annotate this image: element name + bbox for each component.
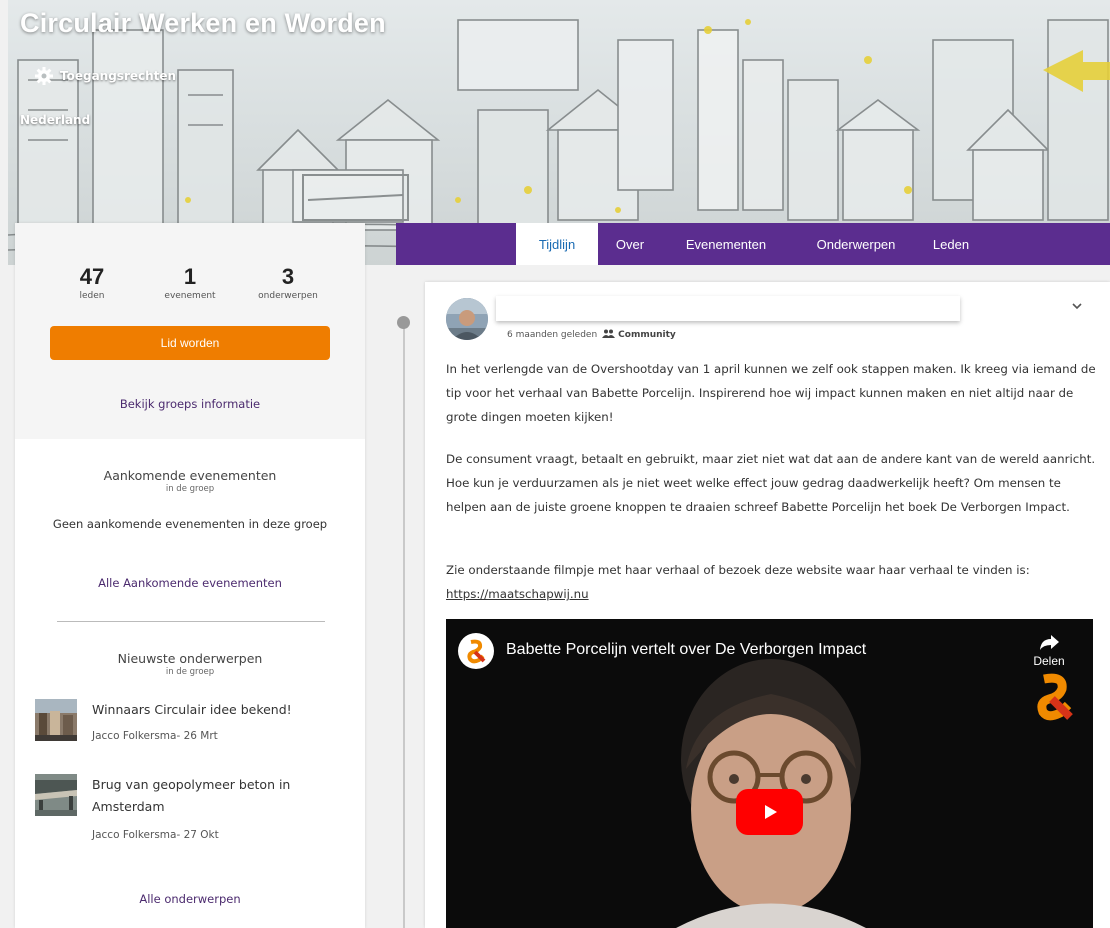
post-meta: 6 maanden geleden Community [507, 329, 676, 341]
access-rights-label: Toegangsrechten [60, 69, 177, 83]
stat-topics-value: 3 [281, 264, 295, 289]
join-group-button[interactable]: Lid worden [50, 326, 330, 360]
author-name-box [496, 296, 960, 321]
group-tab-bar: Tijdlijn Over Evenementen Onderwerpen Le… [396, 223, 1110, 265]
all-events-link[interactable]: Alle Aankomende evenementen [15, 576, 365, 590]
play-icon [764, 805, 777, 819]
post-paragraph: In het verlengde van de Overshootday van… [446, 362, 1096, 424]
stat-members[interactable]: 47 leden [47, 264, 137, 302]
share-button[interactable]: Delen [1029, 633, 1069, 668]
group-info-link[interactable]: Bekijk groeps informatie [15, 397, 365, 411]
topic-title: Brug van geopolymeer beton in Amsterdam [92, 777, 291, 814]
stat-topics-label: onderwerpen [258, 291, 318, 301]
post-paragraph: De consument vraagt, betaalt en gebruikt… [446, 452, 1096, 514]
topic-meta: Jacco Folkersma- 27 Okt [92, 829, 219, 841]
topic-thumbnail [35, 774, 77, 816]
tab-tijdlijn[interactable]: Tijdlijn [516, 223, 598, 265]
post-link[interactable]: https://maatschapwij.nu [446, 587, 589, 601]
video-player[interactable]: Babette Porcelijn vertelt over De Verbor… [446, 619, 1093, 928]
topic-title: Winnaars Circulair idee bekend! [92, 702, 292, 717]
no-events-message: Geen aankomende evenementen in deze groe… [52, 517, 328, 531]
tab-onderwerpen[interactable]: Onderwerpen [800, 223, 912, 265]
timeline-post: 6 maanden geleden Community In het verle… [425, 282, 1110, 928]
video-thumbnail [446, 619, 1093, 928]
stat-events-value: 1 [183, 264, 197, 289]
play-button[interactable] [736, 789, 803, 835]
share-icon [1029, 633, 1069, 654]
tab-evenementen[interactable]: Evenementen [676, 223, 776, 265]
post-time: 6 maanden geleden [507, 330, 598, 340]
tab-over[interactable]: Over [608, 223, 652, 265]
topics-section-subtitle: in de groep [165, 667, 215, 677]
topic-item[interactable]: Winnaars Circulair idee bekend! Jacco Fo… [35, 699, 355, 749]
gear-icon [34, 66, 54, 86]
timeline-dot [397, 316, 410, 329]
events-section-subtitle: in de groep [165, 484, 215, 494]
post-paragraph: Zie onderstaande filmpje met haar verhaa… [446, 563, 1030, 577]
timeline-line [403, 322, 405, 928]
topic-meta: Jacco Folkersma- 26 Mrt [92, 730, 218, 742]
avatar[interactable] [446, 298, 488, 340]
video-title[interactable]: Babette Porcelijn vertelt over De Verbor… [506, 641, 866, 659]
stat-topics[interactable]: 3 onderwerpen [243, 264, 333, 302]
post-audience-label: Community [618, 330, 676, 340]
brand-logo-icon [1030, 671, 1080, 725]
post-link-row: https://maatschapwij.nu [446, 582, 1096, 606]
stat-members-value: 47 [79, 264, 105, 289]
stat-members-label: leden [79, 291, 105, 301]
people-icon [602, 329, 616, 341]
topic-thumbnail [35, 699, 77, 741]
group-location: Nederland [20, 113, 91, 127]
post-audience: Community [602, 329, 676, 341]
topics-section-title: Nieuwste onderwerpen [117, 651, 263, 666]
chevron-down-icon[interactable] [1070, 298, 1084, 312]
events-section-title: Aankomende evenementen [103, 468, 277, 483]
access-rights-link[interactable]: Toegangsrechten [34, 66, 176, 86]
share-label: Delen [1033, 654, 1065, 668]
section-divider [57, 621, 325, 622]
group-sidebar: 47 leden 1 evenement 3 onderwerpen Lid w… [15, 223, 365, 928]
stat-events-label: evenement [164, 291, 216, 301]
topic-item[interactable]: Brug van geopolymeer beton in Amsterdam … [35, 774, 355, 846]
channel-logo[interactable] [458, 633, 494, 669]
tab-leden[interactable]: Leden [928, 223, 974, 265]
all-topics-link[interactable]: Alle onderwerpen [15, 892, 365, 906]
group-stats: 47 leden 1 evenement 3 onderwerpen Lid w… [15, 223, 365, 439]
group-title: Circulair Werken en Worden [20, 8, 386, 38]
stat-events[interactable]: 1 evenement [145, 264, 235, 302]
